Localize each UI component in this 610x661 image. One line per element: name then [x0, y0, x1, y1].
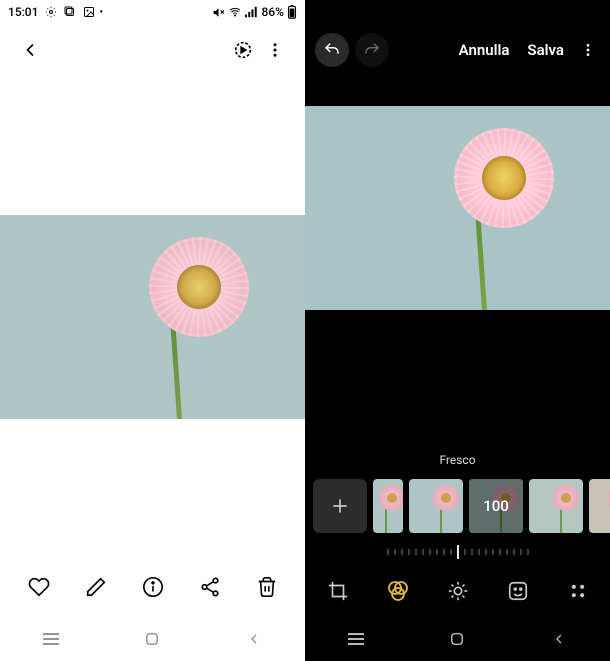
editor-photo-preview — [305, 106, 610, 310]
editor-tool-row — [305, 565, 610, 617]
home-nav-button[interactable] — [437, 619, 477, 659]
intensity-slider[interactable] — [305, 539, 610, 565]
add-filter-button[interactable] — [313, 479, 367, 533]
edit-button[interactable] — [78, 569, 114, 605]
filter-name-label: Fresco — [305, 449, 610, 473]
photo-editor-screen: Annulla Salva Fresco 100 — [305, 0, 610, 661]
delete-button[interactable] — [249, 569, 285, 605]
gallery-top-bar — [0, 24, 305, 76]
editor-more-button[interactable] — [576, 42, 600, 58]
crop-tool[interactable] — [323, 576, 353, 606]
recents-nav-button[interactable] — [336, 619, 376, 659]
status-time: 15:01 — [8, 5, 38, 19]
favorite-button[interactable] — [21, 569, 57, 605]
filter-thumb-selected[interactable]: 100 — [469, 479, 523, 533]
save-button[interactable]: Salva — [521, 37, 570, 63]
back-nav-button[interactable] — [539, 619, 579, 659]
status-bar-spacer — [305, 0, 610, 24]
home-nav-button[interactable] — [132, 619, 172, 659]
share-button[interactable] — [192, 569, 228, 605]
status-bar: 15:01 • 86% — [0, 0, 305, 24]
filters-tool[interactable] — [383, 576, 413, 606]
filter-thumb[interactable] — [589, 479, 610, 533]
undo-button[interactable] — [315, 33, 349, 67]
editor-image-area[interactable] — [305, 76, 610, 340]
gallery-viewer-screen: 15:01 • 86% — [0, 0, 305, 661]
info-button[interactable] — [135, 569, 171, 605]
settings-status-icon — [45, 6, 57, 18]
mute-icon — [212, 6, 225, 19]
signal-icon — [245, 6, 258, 18]
back-button[interactable] — [14, 34, 46, 66]
battery-percent: 86% — [262, 5, 284, 19]
wifi-icon — [228, 6, 242, 18]
cancel-button[interactable]: Annulla — [453, 37, 516, 63]
battery-icon — [287, 5, 297, 19]
adjust-tool[interactable] — [443, 576, 473, 606]
editor-top-bar: Annulla Salva — [305, 24, 610, 76]
photo-preview — [0, 215, 305, 419]
more-tools[interactable] — [563, 576, 593, 606]
motion-photo-button[interactable] — [227, 34, 259, 66]
back-nav-button[interactable] — [234, 619, 274, 659]
filter-strip[interactable]: 100 — [305, 473, 610, 539]
nav-bar — [0, 617, 305, 661]
dot-status-icon: • — [99, 7, 103, 18]
stickers-tool[interactable] — [503, 576, 533, 606]
gallery-image-area[interactable] — [0, 76, 305, 557]
filter-thumb[interactable] — [409, 479, 463, 533]
redo-button[interactable] — [355, 33, 389, 67]
recents-nav-button[interactable] — [31, 619, 71, 659]
screenshot-status-icon — [64, 6, 76, 18]
more-options-button[interactable] — [259, 34, 291, 66]
filter-thumb[interactable] — [529, 479, 583, 533]
nav-bar — [305, 617, 610, 661]
filter-thumb[interactable] — [373, 479, 403, 533]
image-status-icon — [83, 6, 95, 18]
gallery-bottom-bar — [0, 557, 305, 617]
filter-intensity-value: 100 — [469, 479, 523, 533]
